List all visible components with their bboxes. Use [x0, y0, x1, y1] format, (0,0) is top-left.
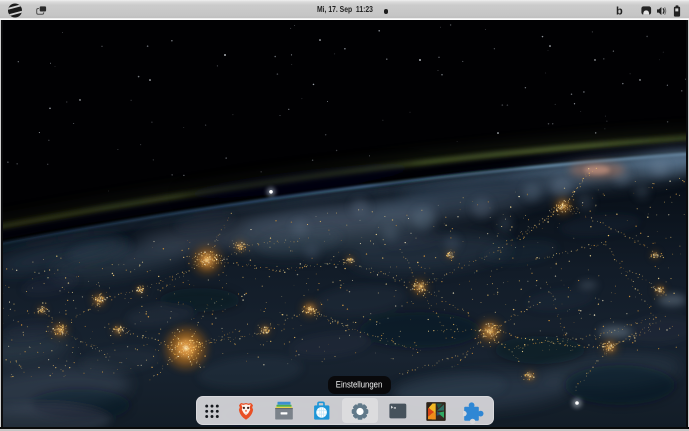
svg-text:b: b	[616, 5, 623, 17]
